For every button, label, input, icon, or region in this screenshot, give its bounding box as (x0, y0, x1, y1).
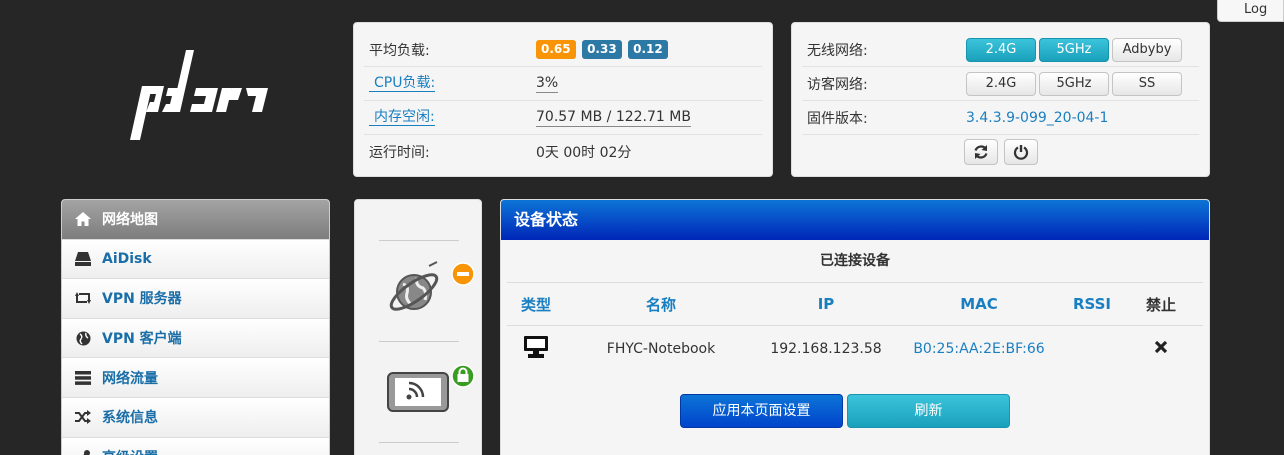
refresh-button[interactable]: 刷新 (847, 394, 1010, 428)
block-device-button[interactable] (1121, 340, 1201, 358)
disk-icon (74, 251, 92, 267)
sidebar-menu: 网络地图 AiDisk VPN 服务器 VPN 客户端 网络流量 系统信息 (61, 199, 330, 455)
home-icon (74, 211, 92, 227)
col-ip[interactable]: IP (757, 295, 895, 313)
sidebar-item-traffic[interactable]: 网络流量 (62, 358, 329, 398)
col-rssi[interactable]: RSSI (1063, 295, 1121, 313)
wireless-24g-button[interactable]: 2.4G (966, 37, 1036, 62)
guest-label: 访客网络: (807, 76, 868, 93)
adbyby-button[interactable]: Adbyby (1112, 37, 1182, 62)
sidebar-item-system-info[interactable]: 系统信息 (62, 397, 329, 438)
connected-devices-heading: 已连接设备 (507, 240, 1203, 283)
cpu-load-value: 3% (536, 74, 559, 93)
sidebar-item-vpn-client[interactable]: VPN 客户端 (62, 318, 329, 359)
power-icon (1013, 145, 1028, 160)
col-name[interactable]: 名称 (565, 294, 757, 315)
ss-button[interactable]: SS (1112, 71, 1182, 96)
network-map-column (354, 199, 482, 455)
logout-button[interactable]: Log (1217, 0, 1284, 22)
sidebar-item-label: VPN 客户端 (102, 331, 182, 348)
minus-circle-icon (451, 262, 475, 286)
sidebar-item-vpn-server[interactable]: VPN 服务器 (62, 279, 329, 319)
refresh-icon (973, 145, 988, 159)
sidebar-item-label: 网络地图 (102, 212, 158, 229)
sidebar-item-label: 网络流量 (102, 370, 158, 387)
sidebar-item-network-map[interactable]: 网络地图 (62, 200, 329, 240)
device-ip: 192.168.123.58 (770, 341, 882, 357)
internet-warning-badge (451, 262, 475, 290)
divider (379, 442, 459, 443)
tablet-wifi-icon (387, 372, 449, 412)
internet-globe-icon (389, 261, 439, 311)
firmware-version-link[interactable]: 3.4.3.9-099_20-04-1 (966, 110, 1108, 126)
retweet-icon (74, 290, 92, 306)
device-type-cell (507, 335, 565, 363)
desktop-icon (524, 336, 548, 358)
col-type[interactable]: 类型 (507, 294, 565, 315)
guest-5ghz-button[interactable]: 5GHz (1039, 71, 1109, 96)
system-status-panel: 平均负载: 0.65 0.33 0.12 CPU负载: 3% 内存空闲: 70.… (353, 22, 773, 177)
sidebar-item-advanced[interactable]: 高级设置 (62, 437, 329, 455)
wireless-5ghz-button[interactable]: 5GHz (1039, 37, 1109, 62)
globe-icon (74, 330, 92, 346)
uptime-label: 运行时间: (369, 145, 430, 161)
sidebar-item-aidisk[interactable]: AiDisk (62, 239, 329, 280)
shuffle-icon (74, 409, 92, 425)
sidebar-item-label: 高级设置 (102, 447, 158, 455)
device-mac-link[interactable]: B0:25:AA:2E:BF:66 (895, 341, 1063, 357)
load-label: 平均负载: (369, 42, 430, 59)
sidebar-item-label: VPN 服务器 (102, 291, 182, 308)
wireless-label: 无线网络: (807, 42, 868, 59)
load-badge-1: 0.65 (536, 40, 576, 59)
padavan-logo (128, 48, 270, 140)
uptime-value: 0天 00时 02分 (536, 145, 632, 161)
wireless-security-button[interactable] (387, 372, 449, 416)
shutdown-button[interactable] (1003, 139, 1038, 165)
col-mac[interactable]: MAC (895, 295, 1063, 313)
device-name: FHYC-Notebook (606, 341, 716, 357)
cpu-load-link[interactable]: CPU负载: (369, 75, 436, 92)
sidebar-item-label: AiDisk (102, 250, 152, 267)
load-badge-15: 0.12 (628, 40, 668, 59)
load-badge-5: 0.33 (582, 40, 622, 59)
close-icon (1154, 340, 1168, 354)
memory-free-value: 70.57 MB / 122.71 MB (536, 108, 691, 127)
divider (379, 240, 459, 241)
device-status-panel: 设备状态 已连接设备 类型 名称 IP MAC RSSI 禁止 FHYC-Not… (500, 199, 1210, 455)
internet-status-button[interactable] (387, 260, 451, 326)
memory-free-link[interactable]: 内存空闲: (369, 109, 435, 126)
divider (379, 341, 459, 342)
lock-icon (451, 364, 475, 388)
sidebar-item-label: 系统信息 (102, 410, 158, 427)
apply-settings-button[interactable]: 应用本页面设置 (680, 394, 843, 428)
wireless-secure-badge (451, 364, 475, 392)
guest-24g-button[interactable]: 2.4G (966, 71, 1036, 96)
firmware-label: 固件版本: (807, 110, 868, 127)
wireless-panel: 无线网络: 2.4G 5GHz Adbyby 访客网络: 2.4G 5GHz S… (791, 22, 1210, 177)
device-table-header: 类型 名称 IP MAC RSSI 禁止 (507, 283, 1203, 326)
list-icon (74, 370, 92, 386)
reboot-button[interactable] (963, 139, 998, 165)
device-status-title: 设备状态 (501, 200, 1209, 240)
col-block: 禁止 (1145, 295, 1176, 314)
table-row: FHYC-Notebook 192.168.123.58 B0:25:AA:2E… (507, 326, 1203, 372)
wrench-icon (74, 449, 92, 455)
